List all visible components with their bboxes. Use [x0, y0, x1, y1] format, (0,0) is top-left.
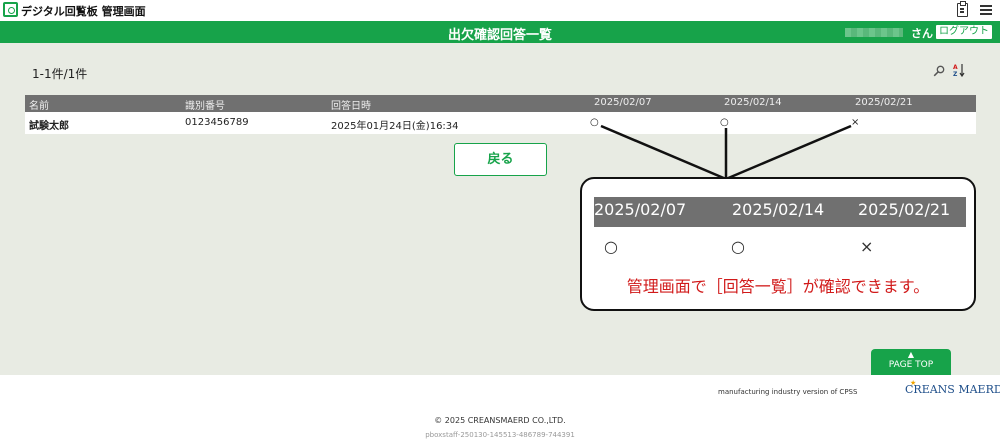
callout-answer-3: ×	[860, 237, 874, 256]
cell-answer-1: ○	[590, 117, 599, 128]
user-suffix: さん	[911, 27, 933, 40]
result-count: 1-1件/1件	[32, 67, 88, 81]
callout-date-2: 2025/02/14	[732, 200, 825, 219]
col-date-2[interactable]: 2025/02/14	[724, 97, 782, 108]
cell-id: 0123456789	[185, 117, 249, 128]
callout-box: 2025/02/07 2025/02/14 2025/02/21 ○ ○ × 管…	[580, 177, 976, 311]
table-row[interactable]: 試験太郎 0123456789 2025年01月24日(金)16:34 ○ ○ …	[25, 112, 976, 134]
footer-id: pboxstaff-250130-145513-486789-744391	[425, 431, 575, 439]
star-icon: ★	[910, 379, 917, 387]
footer: manufacturing industry version of CPSS ★…	[0, 375, 1000, 445]
cell-name: 試験太郎	[29, 121, 69, 132]
col-name[interactable]: 名前	[29, 97, 49, 112]
svg-text:A: A	[953, 64, 958, 71]
footer-tagline: manufacturing industry version of CPSS	[718, 388, 858, 396]
callout-date-3: 2025/02/21	[858, 200, 951, 219]
col-answered-at[interactable]: 回答日時	[331, 97, 371, 112]
search-icon[interactable]	[933, 65, 945, 77]
back-button[interactable]: 戻る	[454, 143, 547, 176]
app-title: デジタル回覧板 管理画面	[21, 5, 146, 18]
callout-date-1: 2025/02/07	[594, 200, 687, 219]
page-header: 出欠確認回答一覧 さん ログアウト	[0, 21, 1000, 43]
cell-answer-3: ×	[851, 117, 860, 128]
logout-button[interactable]: ログアウト	[935, 24, 993, 40]
hamburger-menu-icon[interactable]	[980, 5, 992, 7]
col-date-1[interactable]: 2025/02/07	[594, 97, 652, 108]
table-header: 名前 識別番号 回答日時 2025/02/07 2025/02/14 2025/…	[25, 95, 976, 112]
copyright: © 2025 CREANSMAERD CO.,LTD.	[434, 416, 566, 425]
chevron-up-icon: ▲	[907, 350, 915, 359]
app-titlebar: デジタル回覧板 管理画面	[0, 0, 1000, 20]
col-id[interactable]: 識別番号	[185, 97, 225, 112]
app-logo-icon	[3, 2, 18, 17]
clipboard-icon[interactable]	[957, 1, 968, 17]
cell-answer-2: ○	[720, 117, 729, 128]
col-date-3[interactable]: 2025/02/21	[855, 97, 913, 108]
callout-answer-1: ○	[604, 237, 618, 256]
page-top-button[interactable]: ▲ PAGE TOP	[871, 349, 951, 375]
brand-logo: ★ CREANS MAERD	[905, 379, 1000, 396]
sort-icon[interactable]: A Z	[953, 63, 965, 77]
user-name-redacted	[845, 28, 903, 37]
page-top-label: PAGE TOP	[888, 360, 934, 370]
cell-answered-at: 2025年01月24日(金)16:34	[331, 121, 459, 132]
callout-header: 2025/02/07 2025/02/14 2025/02/21	[594, 197, 966, 227]
callout-note: 管理画面で［回答一覧］が確認できます。	[626, 277, 930, 296]
svg-text:Z: Z	[953, 71, 958, 77]
callout-answer-2: ○	[731, 237, 745, 256]
brand-name: CREANS MAERD	[905, 383, 1000, 396]
